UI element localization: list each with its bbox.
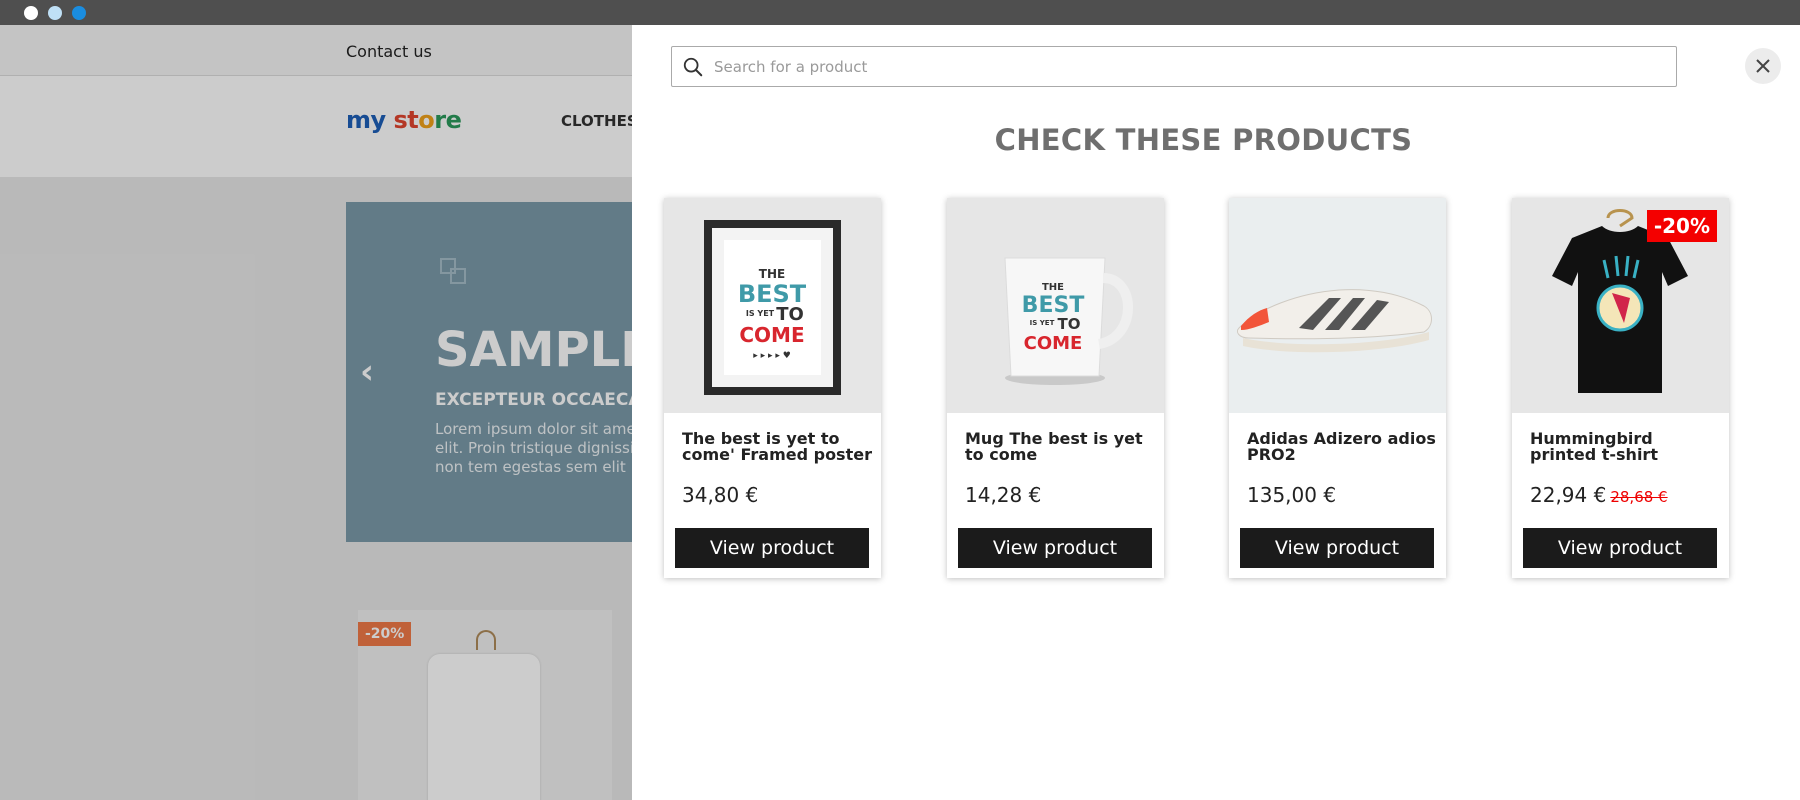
window-close-dot[interactable] [24,6,38,20]
view-product-button[interactable]: View product [1523,528,1717,568]
close-icon [1756,59,1770,73]
product-name[interactable]: Hummingbird printed t-shirt [1530,431,1720,463]
product-card[interactable]: -20% Hummingbird printed t-shirt 22,94 €… [1512,198,1729,578]
close-button[interactable] [1745,48,1781,84]
view-product-button[interactable]: View product [675,528,869,568]
poster-word: TO [776,304,804,325]
framed-poster-image: THE BEST IS YET TO COME ▸ ▸ ▸ ▸ ♥ [704,220,841,395]
mug-image: THE BEST IS YET TO COME [1004,257,1133,385]
view-product-button[interactable]: View product [1240,528,1434,568]
mug-word: TO [1058,315,1081,333]
product-price: 22,94 €28,68 € [1530,483,1668,507]
poster-word: COME [739,323,804,347]
view-product-button[interactable]: View product [958,528,1152,568]
svg-text:▸ ▸ ▸ ▸ ♥: ▸ ▸ ▸ ▸ ♥ [753,351,791,361]
search-input[interactable] [714,47,1664,86]
product-price: 135,00 € [1247,483,1337,507]
dim-overlay[interactable] [0,25,632,800]
sneaker-image [1236,289,1432,353]
discount-badge: -20% [1646,210,1717,242]
product-image[interactable]: THE BEST IS YET TO COME [947,198,1164,413]
suggestions-heading: CHECK THESE PRODUCTS [994,123,1413,157]
search-panel: CHECK THESE PRODUCTS THE BEST IS YET TO … [632,25,1800,800]
poster-word: IS YET [746,309,775,318]
window-maximize-dot[interactable] [72,6,86,20]
product-image[interactable] [1229,198,1446,413]
product-price: 34,80 € [682,483,759,507]
mug-word: COME [1024,333,1083,354]
old-price: 28,68 € [1610,488,1668,506]
mug-word: IS YET [1030,319,1055,327]
window-titlebar [0,0,1800,25]
product-image[interactable]: -20% [1512,198,1729,413]
poster-word: THE [759,267,785,281]
mug-word: THE [1042,282,1064,293]
product-card[interactable]: THE BEST IS YET TO COME Mug The best is … [947,198,1164,578]
product-price: 14,28 € [965,483,1042,507]
search-box [671,46,1677,87]
product-name[interactable]: The best is yet to come' Framed poster [682,431,872,463]
product-card[interactable]: Adidas Adizero adios PRO2 135,00 € View … [1229,198,1446,578]
product-name[interactable]: Adidas Adizero adios PRO2 [1247,431,1437,463]
product-card[interactable]: THE BEST IS YET TO COME ▸ ▸ ▸ ▸ ♥ The be… [664,198,881,578]
product-image[interactable]: THE BEST IS YET TO COME ▸ ▸ ▸ ▸ ♥ [664,198,881,413]
window-minimize-dot[interactable] [48,6,62,20]
search-icon [683,57,703,77]
product-name[interactable]: Mug The best is yet to come [965,431,1155,463]
